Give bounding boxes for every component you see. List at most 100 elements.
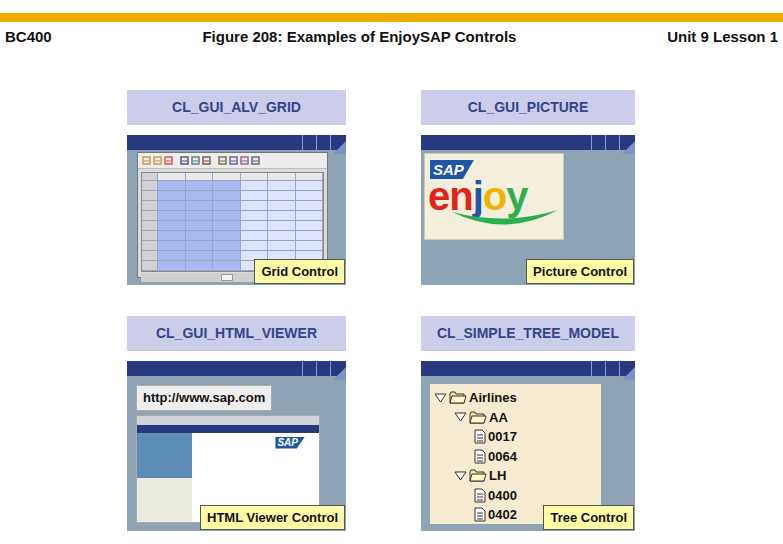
grid-header-row[interactable] <box>142 173 323 181</box>
tree-node[interactable]: 0017 <box>434 427 597 447</box>
scroll-thumb[interactable] <box>221 274 233 281</box>
grid-cell[interactable] <box>186 251 214 260</box>
toolbar-tool-icon[interactable] <box>240 156 249 165</box>
grid-cell[interactable] <box>186 181 214 190</box>
row-header-cell[interactable] <box>142 241 158 250</box>
grid-cell[interactable] <box>158 181 186 190</box>
grid-cell[interactable] <box>186 201 214 210</box>
grid-row[interactable] <box>142 201 323 211</box>
titlebar-button[interactable] <box>302 135 316 150</box>
toolbar-tool-icon[interactable] <box>164 156 173 165</box>
toolbar-tool-icon[interactable] <box>229 156 238 165</box>
grid-cell[interactable] <box>268 201 296 210</box>
row-header-cell[interactable] <box>142 181 158 190</box>
grid-cell[interactable] <box>296 231 324 240</box>
grid-cell[interactable] <box>241 181 269 190</box>
grid-cell[interactable] <box>186 221 214 230</box>
grid-cell[interactable] <box>241 231 269 240</box>
titlebar-button[interactable] <box>605 135 619 150</box>
toolbar-tool-icon[interactable] <box>251 156 260 165</box>
grid-cell[interactable] <box>158 201 186 210</box>
grid-cell[interactable] <box>158 261 186 270</box>
grid-cell[interactable] <box>213 191 241 200</box>
expanded-triangle-icon[interactable] <box>454 412 467 422</box>
row-header-cell[interactable] <box>142 173 158 180</box>
expanded-triangle-icon[interactable] <box>434 393 447 403</box>
row-header-cell[interactable] <box>142 211 158 220</box>
grid-cell[interactable] <box>186 191 214 200</box>
tree-node[interactable]: 0400 <box>434 486 597 506</box>
row-header-cell[interactable] <box>142 221 158 230</box>
tree-view[interactable]: AirlinesAA00170064LH04000402 <box>430 384 601 524</box>
grid-cell[interactable] <box>186 231 214 240</box>
grid-cell[interactable] <box>158 231 186 240</box>
grid-cell[interactable] <box>268 221 296 230</box>
tree-node[interactable]: AA <box>434 408 597 428</box>
grid-row[interactable] <box>142 221 323 231</box>
grid-cell[interactable] <box>268 181 296 190</box>
tree-node-label[interactable]: LH <box>489 466 506 486</box>
tree-node[interactable]: 0064 <box>434 447 597 467</box>
grid-cell[interactable] <box>241 221 269 230</box>
grid-cell[interactable] <box>158 191 186 200</box>
grid-row[interactable] <box>142 211 323 221</box>
grid-cell[interactable] <box>241 241 269 250</box>
grid-cell[interactable] <box>241 201 269 210</box>
grid-cell[interactable] <box>268 173 296 180</box>
grid-cell[interactable] <box>213 251 241 260</box>
grid-cell[interactable] <box>186 241 214 250</box>
grid-cell[interactable] <box>213 231 241 240</box>
grid-cell[interactable] <box>241 211 269 220</box>
grid-cell[interactable] <box>213 261 241 270</box>
grid-cell[interactable] <box>158 251 186 260</box>
grid-cell[interactable] <box>296 241 324 250</box>
grid-cell[interactable] <box>186 261 214 270</box>
tree-node-label[interactable]: 0400 <box>488 486 517 506</box>
grid-cell[interactable] <box>296 211 324 220</box>
tree-node-label[interactable]: AA <box>489 408 508 428</box>
grid-cell[interactable] <box>213 181 241 190</box>
toolbar-tool-icon[interactable] <box>153 156 162 165</box>
grid-cell[interactable] <box>213 211 241 220</box>
row-header-cell[interactable] <box>142 201 158 210</box>
tree-node-label[interactable]: Airlines <box>469 388 517 408</box>
titlebar-button[interactable] <box>316 135 330 150</box>
titlebar-button[interactable] <box>605 361 619 376</box>
tree-node-label[interactable]: 0017 <box>488 427 517 447</box>
grid-cell[interactable] <box>268 211 296 220</box>
tree-node[interactable]: LH <box>434 466 597 486</box>
url-field[interactable]: http://www.sap.com <box>136 385 272 411</box>
row-header-cell[interactable] <box>142 191 158 200</box>
tree-node-label[interactable]: 0064 <box>488 447 517 467</box>
grid-cell[interactable] <box>213 201 241 210</box>
grid-cell[interactable] <box>241 173 269 180</box>
grid-row[interactable] <box>142 241 323 251</box>
grid-cell[interactable] <box>268 191 296 200</box>
row-header-cell[interactable] <box>142 261 158 270</box>
titlebar-button[interactable] <box>591 135 605 150</box>
grid-cell[interactable] <box>296 201 324 210</box>
toolbar-tool-icon[interactable] <box>180 156 189 165</box>
toolbar-tool-icon[interactable] <box>191 156 200 165</box>
tree-node-label[interactable]: 0402 <box>488 505 517 524</box>
grid-cell[interactable] <box>158 173 186 180</box>
grid-row[interactable] <box>142 231 323 241</box>
expanded-triangle-icon[interactable] <box>454 471 467 481</box>
grid-cell[interactable] <box>268 231 296 240</box>
grid-cell[interactable] <box>158 221 186 230</box>
grid-cell[interactable] <box>241 191 269 200</box>
titlebar-button[interactable] <box>302 361 316 376</box>
grid-cell[interactable] <box>296 173 324 180</box>
grid-cell[interactable] <box>296 191 324 200</box>
grid-cell[interactable] <box>186 211 214 220</box>
grid-cell[interactable] <box>213 221 241 230</box>
titlebar-button[interactable] <box>316 361 330 376</box>
grid-cell[interactable] <box>296 221 324 230</box>
grid-cell[interactable] <box>296 181 324 190</box>
toolbar-tool-icon[interactable] <box>218 156 227 165</box>
toolbar-tool-icon[interactable] <box>142 156 151 165</box>
tree-node[interactable]: Airlines <box>434 388 597 408</box>
grid-row[interactable] <box>142 191 323 201</box>
row-header-cell[interactable] <box>142 251 158 260</box>
grid-cell[interactable] <box>268 241 296 250</box>
